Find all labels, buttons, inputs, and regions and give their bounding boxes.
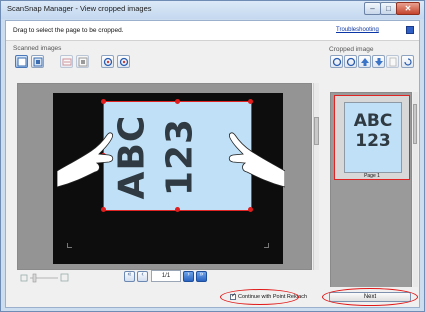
scrollbar-thumb[interactable] [413,104,417,144]
rotate-left-icon [103,57,113,67]
previous-page-button[interactable]: ‹ [137,271,148,282]
scrollbar-thumb[interactable] [314,117,319,145]
crop-prev-button[interactable] [330,55,343,68]
left-hand-icon [57,132,114,188]
application-window: ScanSnap Manager - View cropped images –… [0,0,425,312]
cropped-thumbnail[interactable]: ABC 123 Page 1 [334,95,410,180]
rotate-right-icon [119,57,129,67]
right-hand-icon [228,132,285,188]
thumbnail-page: ABC 123 [344,102,402,173]
previous-page-icon: ‹ [141,271,144,278]
arrow-up-icon [361,58,369,66]
troubleshooting-link[interactable]: Troubleshooting [336,27,379,33]
manual-crop-icon [78,57,88,67]
next-page-button[interactable]: › [183,271,194,282]
corner-mark-icon [67,243,72,248]
auto-crop-button[interactable] [60,55,73,68]
cropped-image-view-icon [33,57,43,67]
single-page-view-icon [17,57,27,67]
cropped-image-view-button[interactable] [31,55,44,68]
crop-handle-top[interactable] [175,99,180,104]
scan-text-line2: 123 [159,117,201,197]
scanned-image[interactable]: ABC 123 [53,93,285,264]
close-button[interactable]: ✕ [396,2,420,15]
first-page-icon: « [127,271,132,278]
rotate-left-icon [332,57,342,67]
cropped-thumbnail-list[interactable]: ABC 123 Page 1 [330,92,412,302]
cropped-image-panel: Cropped image ABC 123 Page 1 [329,46,418,302]
next-page-icon: › [187,271,190,278]
crop-handle-bottom-right[interactable] [248,207,253,212]
last-page-icon: » [199,271,204,278]
rotate-right-button[interactable] [117,55,130,68]
maximize-icon: □ [386,4,391,13]
scan-preview-pane[interactable]: ABC 123 [17,83,312,270]
move-down-button[interactable] [372,55,385,68]
client-area: Drag to select the page to be cropped. T… [5,20,420,308]
undo-icon [404,58,412,66]
crop-handle-top-right[interactable] [248,99,253,104]
scan-text-line1: ABC [111,114,153,200]
page-number-field[interactable]: 1/1 [151,270,181,282]
maximize-button[interactable]: □ [380,2,397,15]
arrow-down-icon [375,58,383,66]
auto-crop-icon [62,58,72,66]
manual-crop-button[interactable] [76,55,89,68]
help-icon[interactable] [406,26,414,34]
close-icon: ✕ [404,4,412,13]
highlight-oval [220,289,299,305]
bottom-bar: Continue with Point Rektach Next [6,287,419,307]
rotate-right-icon [346,57,356,67]
first-page-button[interactable]: « [124,271,135,282]
cropped-image-label: Cropped image [329,46,374,53]
single-page-view-button[interactable] [15,55,28,68]
instruction-bar: Drag to select the page to be cropped. T… [6,21,419,41]
zoom-slider[interactable] [20,273,70,283]
crop-next-button[interactable] [344,55,357,68]
crop-handle-bottom[interactable] [175,207,180,212]
thumbnail-page-label: Page 1 [364,173,380,179]
thumbnail-scrollbar[interactable] [413,92,418,302]
instruction-text: Drag to select the page to be cropped. [13,27,124,34]
minimize-icon: – [370,4,375,13]
delete-icon [389,57,397,67]
crop-handle-top-left[interactable] [101,99,106,104]
title-bar: ScanSnap Manager - View cropped images –… [1,1,424,19]
minimize-button[interactable]: – [364,2,381,15]
preview-scrollbar[interactable] [313,83,319,270]
thumbnail-text-line1: ABC [353,111,393,131]
rotate-left-button[interactable] [101,55,114,68]
last-page-button[interactable]: » [196,271,207,282]
highlight-oval [322,288,418,306]
crop-handle-bottom-left[interactable] [101,207,106,212]
move-up-button[interactable] [358,55,371,68]
thumbnail-text-line2: 123 [355,131,391,151]
window-title: ScanSnap Manager - View cropped images [7,4,152,13]
scanned-images-label: Scanned images [13,45,62,52]
delete-button[interactable] [386,55,399,68]
undo-button[interactable] [401,55,414,68]
corner-mark-icon [264,243,269,248]
